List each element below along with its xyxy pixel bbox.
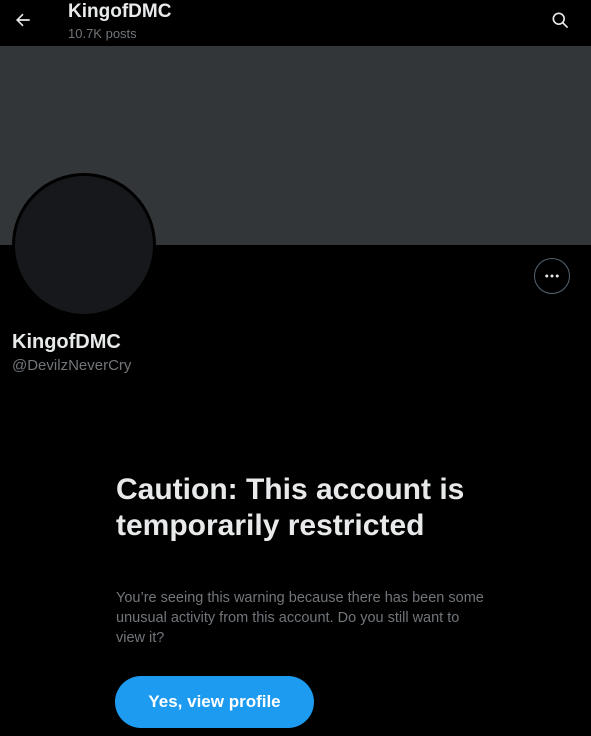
search-button[interactable] xyxy=(543,3,577,37)
restriction-warning-title: Caution: This account is temporarily res… xyxy=(116,473,465,542)
top-header: KingofDMC 10.7K posts xyxy=(0,0,591,46)
post-count: 10.7K posts xyxy=(68,26,137,41)
profile-display-name: KingofDMC xyxy=(12,331,121,353)
view-profile-button[interactable]: Yes, view profile xyxy=(115,676,314,728)
more-options-button[interactable] xyxy=(534,258,570,294)
avatar[interactable] xyxy=(12,173,156,317)
back-button[interactable] xyxy=(6,3,40,37)
ellipsis-icon xyxy=(545,274,559,278)
search-icon xyxy=(552,12,568,28)
arrow-left-icon xyxy=(16,13,30,27)
profile-handle: @DevilzNeverCry xyxy=(12,357,132,374)
header-title: KingofDMC xyxy=(68,1,172,22)
restriction-warning-body: You’re seeing this warning because there… xyxy=(116,590,484,646)
